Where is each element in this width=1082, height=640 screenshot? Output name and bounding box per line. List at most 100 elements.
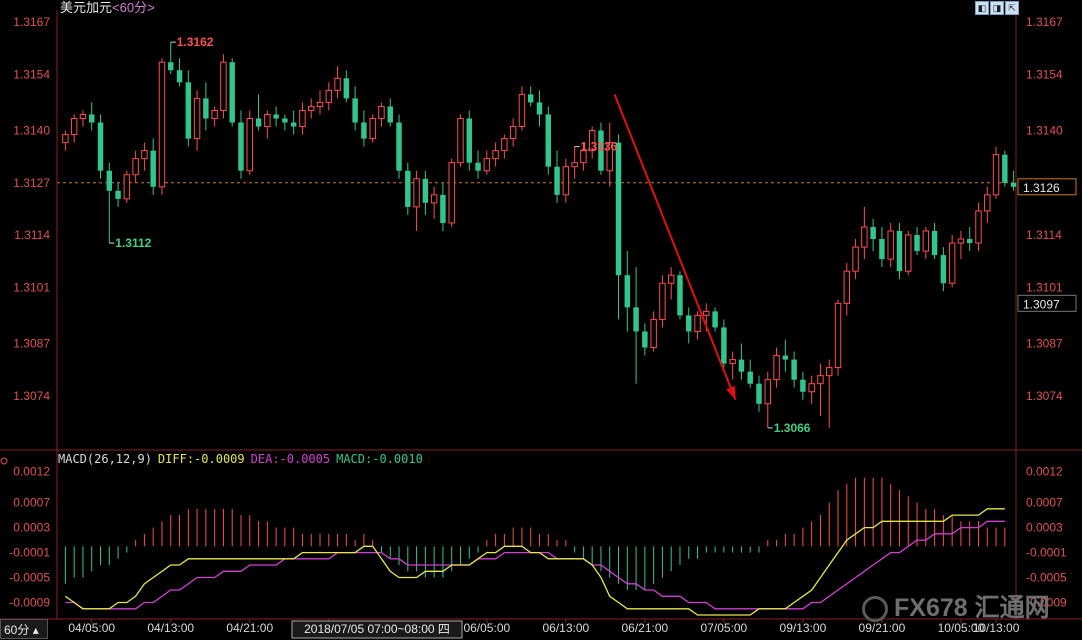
zoom-icon[interactable]: ◨ bbox=[990, 1, 1004, 15]
candle-body bbox=[738, 359, 745, 372]
candle-body bbox=[782, 355, 789, 360]
candle-body bbox=[554, 166, 560, 195]
candle-body bbox=[518, 93, 526, 128]
candle-body bbox=[264, 113, 271, 128]
y-tick-label-left: 1.3140 bbox=[13, 124, 50, 138]
watermark-text: FX678 汇通网 bbox=[894, 594, 1050, 622]
candle-body bbox=[97, 122, 104, 171]
candle-body bbox=[975, 210, 982, 244]
candle-body bbox=[255, 118, 262, 127]
high-price-label: 1.3162 bbox=[177, 35, 214, 49]
macd-y-tick-label-left: 0.0007 bbox=[13, 496, 50, 510]
candle-body bbox=[562, 166, 570, 196]
macd-y-tick-label-left: -0.0001 bbox=[9, 546, 50, 560]
y-tick-label-left: 1.3101 bbox=[13, 280, 50, 294]
macd-y-tick-label-left: -0.0009 bbox=[9, 596, 50, 610]
candle-body bbox=[290, 122, 297, 127]
candle-body bbox=[800, 379, 806, 392]
candle-body bbox=[106, 170, 113, 191]
candle-body bbox=[475, 162, 481, 171]
candle-body bbox=[509, 126, 517, 140]
candle-body bbox=[334, 77, 341, 91]
macd-y-tick-label-left: -0.0005 bbox=[9, 571, 50, 585]
y-tick-label-right: 1.3140 bbox=[1026, 124, 1063, 138]
chart-title-bar: 美元加元<60分> bbox=[60, 0, 155, 16]
candle-body bbox=[773, 355, 780, 381]
candle-body bbox=[361, 122, 367, 139]
candle-body bbox=[1010, 182, 1017, 187]
candle-body bbox=[729, 359, 736, 365]
candle-body bbox=[308, 105, 315, 111]
y-tick-label-left: 1.3167 bbox=[13, 15, 50, 29]
candle-body bbox=[896, 231, 903, 272]
low-price-label: 1.3112 bbox=[115, 236, 151, 250]
y-tick-label-left: 1.3074 bbox=[13, 389, 50, 403]
candle-body bbox=[624, 275, 631, 308]
high-price-label: 1.3136 bbox=[581, 140, 618, 154]
candle-body bbox=[686, 315, 692, 332]
candle-body bbox=[492, 150, 499, 160]
candle-body bbox=[905, 234, 912, 272]
low-price-label: 1.3066 bbox=[774, 421, 811, 435]
watermark: FX678 汇通网 bbox=[862, 588, 1050, 624]
expand-icon[interactable]: ⇱ bbox=[1005, 1, 1019, 15]
y-tick-label-right: 1.3087 bbox=[1026, 337, 1063, 351]
candle-body bbox=[316, 101, 324, 107]
timeframe-tab[interactable]: 60分 ▴ bbox=[0, 619, 48, 639]
macd-y-tick-label-left: 0.0012 bbox=[13, 464, 50, 478]
chart-canvas[interactable]: 1.3167 1.3167 1.3154 1.3154 1.3140 1.3140 1.31… bbox=[0, 0, 1082, 640]
candle-body bbox=[413, 178, 420, 208]
candle-body bbox=[703, 310, 710, 316]
candle-body bbox=[922, 230, 930, 252]
candle-body bbox=[115, 190, 121, 199]
candle-body bbox=[483, 158, 491, 172]
timeframe-value: 60分 bbox=[119, 0, 148, 15]
x-tick-label: 04/21:00 bbox=[226, 621, 273, 635]
candle-body bbox=[747, 371, 753, 384]
x-tick-label: 09/13:00 bbox=[780, 621, 827, 635]
candle-body bbox=[694, 314, 701, 332]
candle-body bbox=[940, 255, 947, 284]
candle-body bbox=[325, 89, 333, 103]
cursor-price-label: 1.3097 bbox=[1023, 297, 1060, 311]
candle-body bbox=[299, 109, 306, 128]
candle-body bbox=[185, 82, 192, 139]
macd-dea-value: DEA:-0.0005 bbox=[250, 452, 331, 466]
chart-title: 美元加元 bbox=[60, 0, 113, 15]
candle-body bbox=[887, 230, 894, 260]
candle-body bbox=[79, 113, 87, 119]
candle-body bbox=[62, 134, 69, 144]
y-tick-label-right: 1.3167 bbox=[1026, 15, 1063, 29]
candle-body bbox=[448, 162, 455, 224]
candle-body bbox=[712, 311, 718, 328]
x-tick-label: 06/05:00 bbox=[463, 621, 510, 635]
x-tick-label: 04/13:00 bbox=[147, 621, 194, 635]
candle-body bbox=[396, 122, 402, 171]
candle-body bbox=[808, 383, 815, 393]
macd-header: MACD(26,12,9) DIFF:-0.0009 DEA:-0.0005 MACD… bbox=[58, 452, 429, 466]
timeframe-label: <60分> bbox=[112, 0, 155, 15]
candle-body bbox=[246, 117, 253, 172]
candle-body bbox=[168, 62, 174, 71]
current-price-label: 1.3126 bbox=[1023, 181, 1060, 195]
macd-y-tick-label-right: 0.0003 bbox=[1026, 521, 1063, 535]
candle-body bbox=[387, 106, 393, 123]
macd-macd-value: MACD:-0.0010 bbox=[336, 452, 423, 466]
trend-arrow-line bbox=[613, 94, 737, 401]
candle-body bbox=[571, 162, 578, 168]
candle-body bbox=[545, 114, 552, 167]
candle-body bbox=[879, 239, 885, 260]
candle-body bbox=[273, 114, 279, 119]
candle-body bbox=[764, 379, 771, 405]
y-tick-label-left: 1.3114 bbox=[14, 228, 50, 242]
candle-body bbox=[501, 138, 508, 152]
pan-icon[interactable]: ◧ bbox=[975, 1, 989, 15]
y-tick-label-right: 1.3114 bbox=[1026, 228, 1062, 242]
candle-body bbox=[966, 239, 973, 244]
candle-body bbox=[378, 105, 385, 119]
candle-body bbox=[817, 375, 824, 385]
candle-body bbox=[527, 94, 534, 103]
candle-body bbox=[150, 150, 156, 187]
y-tick-label-left: 1.3154 bbox=[13, 67, 50, 81]
x-tick-label: 04/05:00 bbox=[68, 621, 115, 635]
